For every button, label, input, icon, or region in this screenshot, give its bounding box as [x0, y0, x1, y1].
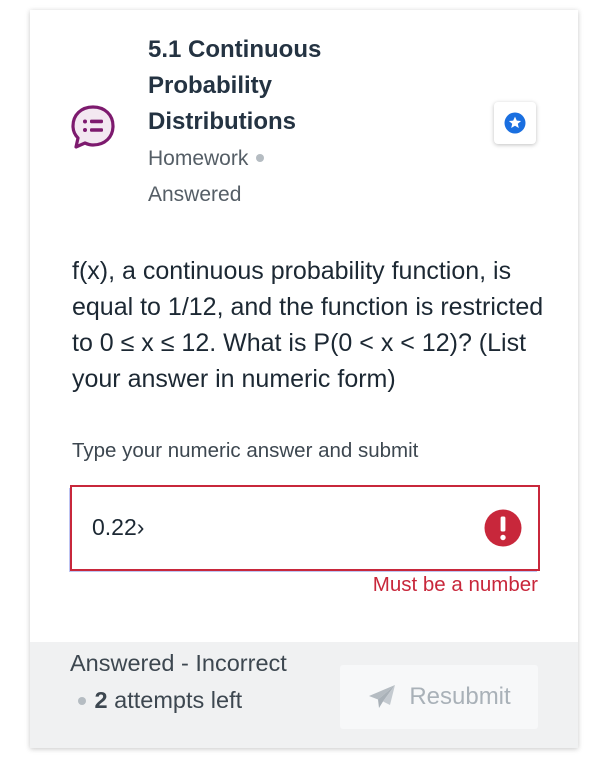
- chat-bubble-list-icon: [71, 105, 115, 149]
- answer-input[interactable]: [92, 509, 472, 545]
- attempts-count: 2: [94, 687, 108, 713]
- submission-footer: Answered - Incorrect 2 attempts left Res…: [30, 642, 578, 748]
- resubmit-label: Resubmit: [409, 683, 511, 710]
- bookmark-button[interactable]: [494, 102, 536, 144]
- paper-plane-icon: [369, 685, 396, 708]
- result-label: Answered - Incorrect: [70, 650, 287, 676]
- separator-dot: [256, 154, 265, 163]
- assignment-title: 5.1 Continuous Probability Distributions: [148, 36, 322, 135]
- answer-label: Type your numeric answer and submit: [72, 439, 419, 462]
- question-text: f(x), a continuous probability function,…: [72, 257, 544, 393]
- resubmit-button[interactable]: Resubmit: [340, 665, 538, 729]
- assignment-type-label: Homework: [148, 147, 249, 170]
- star-icon: [504, 112, 526, 134]
- submission-status: Answered - Incorrect 2 attempts left: [70, 645, 290, 719]
- assignment-type: Homework: [148, 144, 265, 174]
- assignment-card: 5.1 Continuous Probability Distributions…: [30, 10, 578, 748]
- assignment-status: Answered: [148, 183, 242, 206]
- exclamation-icon: [484, 509, 522, 547]
- validation-error: Must be a number: [372, 573, 538, 596]
- separator-dot: [78, 696, 86, 705]
- answer-field: [70, 485, 540, 571]
- assignment-header: 5.1 Continuous Probability Distributions…: [30, 10, 578, 215]
- attempts-label: attempts left: [114, 687, 243, 713]
